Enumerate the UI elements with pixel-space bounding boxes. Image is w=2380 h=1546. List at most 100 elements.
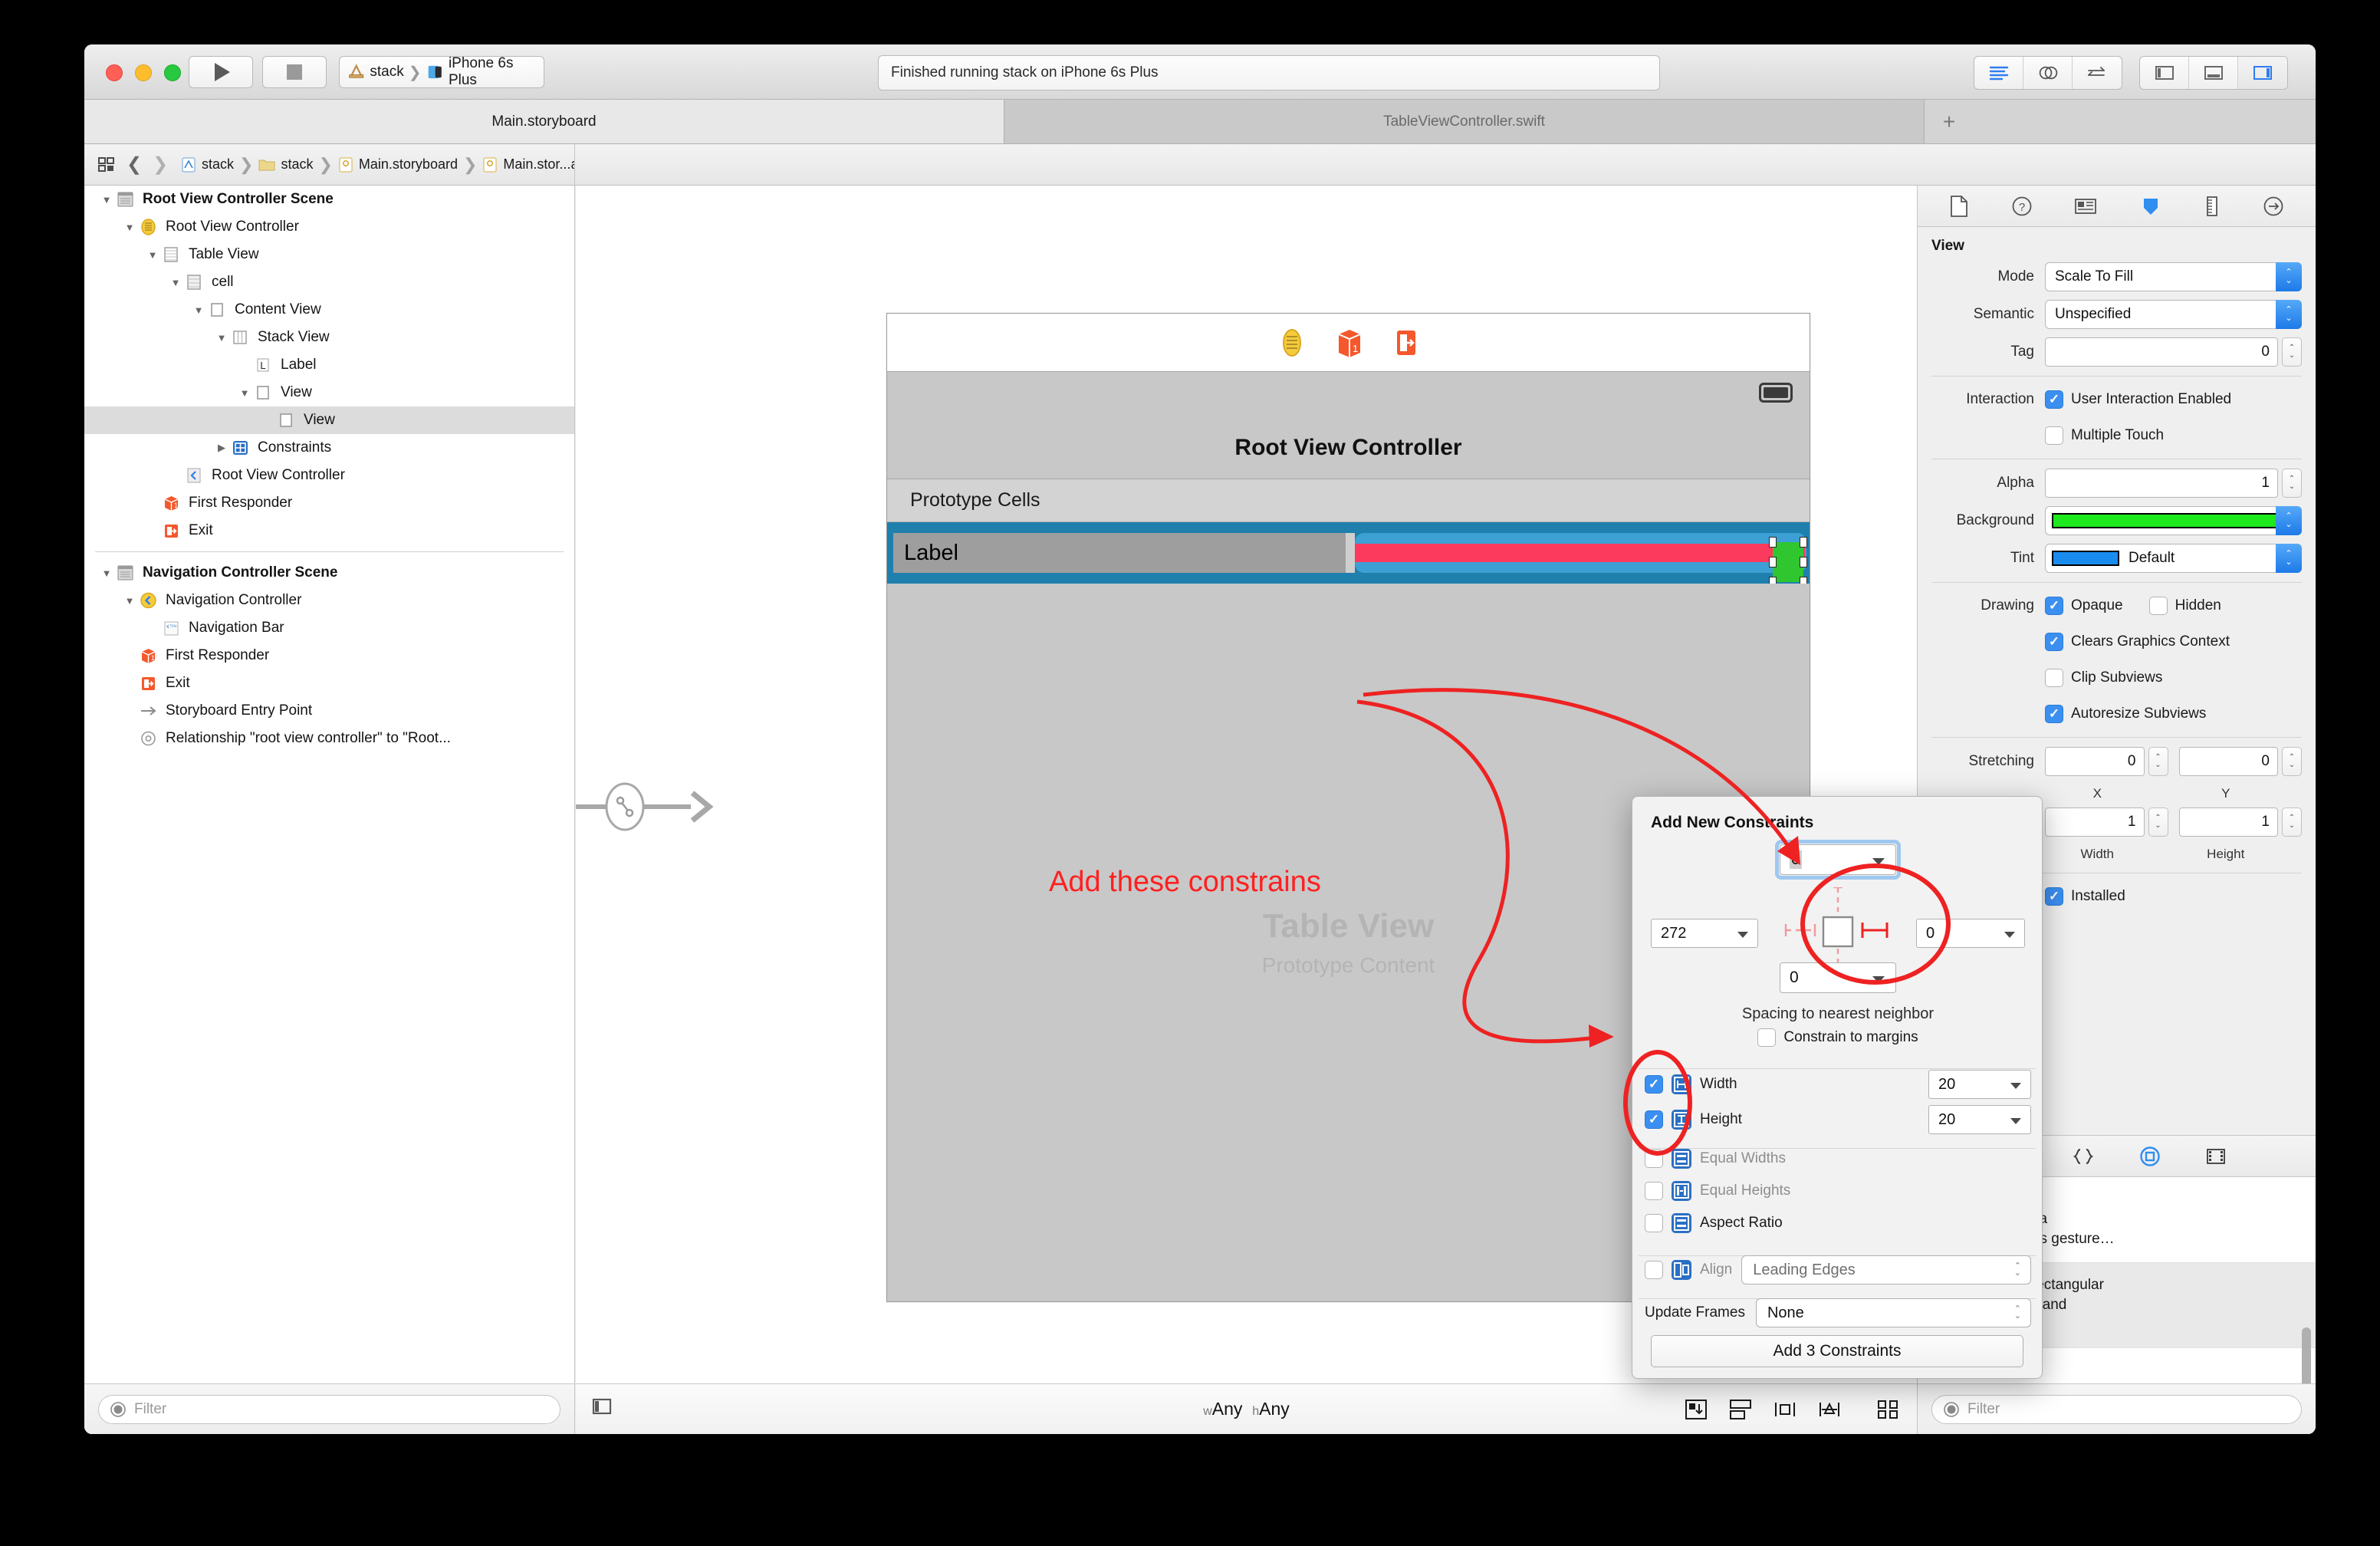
add-constraints-button[interactable]: Add 3 Constraints	[1651, 1335, 2023, 1367]
user-interaction-enabled-checkbox[interactable]	[2045, 390, 2063, 409]
run-button[interactable]	[189, 56, 253, 88]
tab-main-storyboard[interactable]: Main.storyboard	[84, 100, 1004, 143]
breadcrumb-item-storyboard-base[interactable]: Main.stor...ard (Base)	[482, 156, 574, 173]
size-inspector-icon[interactable]	[2204, 195, 2221, 218]
disclosure-open-icon[interactable]: ▼	[98, 194, 115, 206]
breadcrumb-item-project[interactable]: stack	[181, 156, 234, 173]
stretching-x-input[interactable]: 0	[2045, 747, 2145, 776]
equal-widths-checkbox[interactable]	[1645, 1150, 1663, 1168]
outline-item-exit[interactable]: Exit	[84, 669, 574, 697]
outline-item-storyboard-entry-point[interactable]: Storyboard Entry Point	[84, 697, 574, 725]
outline-item-constraints[interactable]: ▶ Constraints	[84, 434, 574, 462]
equal-heights-checkbox[interactable]	[1645, 1182, 1663, 1200]
outline-filter-input[interactable]: Filter	[98, 1394, 560, 1424]
clears-graphics-context-checkbox[interactable]	[2045, 633, 2063, 651]
mode-select[interactable]: Scale To Fill ⌃ ⌄	[2045, 262, 2302, 291]
stretching-width-input[interactable]: 1	[2045, 808, 2145, 837]
alpha-stepper[interactable]: ⌃ ⌄	[2282, 469, 2302, 498]
disclosure-open-icon[interactable]: ▼	[167, 277, 184, 288]
utilities-toggle-button[interactable]	[2238, 57, 2287, 89]
installed-checkbox[interactable]	[2045, 887, 2063, 906]
embed-in-icon[interactable]	[1728, 1398, 1753, 1421]
autoresize-subviews-checkbox[interactable]	[2045, 705, 2063, 723]
constrain-to-margins-checkbox[interactable]	[1757, 1028, 1777, 1047]
tag-stepper[interactable]: ⌃ ⌄	[2282, 337, 2302, 367]
add-new-constraints-popover[interactable]: Add New Constraints 0 272 0 0 Spacing to…	[1632, 796, 2043, 1379]
connections-inspector-icon[interactable]	[2263, 195, 2284, 218]
outline-item-root-view-controller[interactable]: Root View Controller	[84, 462, 574, 489]
stretching-height-input[interactable]: 1	[2178, 808, 2278, 837]
semantic-select[interactable]: Unspecified ⌃ ⌄	[2045, 300, 2302, 329]
update-frames-select[interactable]: None	[1755, 1298, 2031, 1327]
outline-item-label[interactable]: L Label	[84, 351, 574, 379]
trailing-spacing-combo[interactable]: 0	[1916, 919, 2025, 948]
update-frames-icon[interactable]	[1684, 1398, 1708, 1421]
disclosure-open-icon[interactable]: ▼	[121, 595, 138, 607]
pin-icon[interactable]	[1817, 1398, 1842, 1421]
stretching-y-stepper[interactable]: ⌃ ⌄	[2282, 747, 2302, 776]
outline-item-relationship-root-view-controller-to-root[interactable]: Relationship "root view controller" to "…	[84, 725, 574, 752]
hidden-checkbox[interactable]	[2148, 597, 2168, 615]
stretching-height-stepper[interactable]: ⌃ ⌄	[2282, 808, 2302, 837]
aspect-ratio-checkbox[interactable]	[1645, 1214, 1663, 1232]
height-value-combo[interactable]: 20	[1928, 1105, 2031, 1134]
code-snippet-library-icon[interactable]	[2071, 1146, 2096, 1166]
outline-item-first-responder[interactable]: 1 First Responder	[84, 642, 574, 669]
view-controller-dock-icon[interactable]	[1278, 327, 1306, 359]
selected-view-handle[interactable]	[1769, 537, 1807, 587]
outline-item-exit[interactable]: Exit	[84, 517, 574, 544]
stretching-width-stepper[interactable]: ⌃ ⌄	[2148, 808, 2168, 837]
disclosure-open-icon[interactable]: ▼	[213, 332, 230, 344]
add-tab-button[interactable]: +	[1925, 100, 1974, 143]
inner-view-canvas[interactable]	[1355, 544, 1805, 562]
outline-item-stack-view[interactable]: ▼ Stack View	[84, 324, 574, 351]
top-spacing-combo[interactable]: 0	[1780, 844, 1896, 875]
outline-item-root-view-controller-scene[interactable]: ▼ Root View Controller Scene	[84, 186, 574, 213]
view-canvas[interactable]	[1355, 533, 1807, 587]
disclosure-open-icon[interactable]: ▼	[121, 222, 138, 233]
canvas-layout-toggle[interactable]	[591, 1397, 614, 1421]
height-checkbox[interactable]	[1645, 1110, 1663, 1129]
multiple-touch-checkbox[interactable]	[2045, 426, 2063, 445]
object-library-icon[interactable]	[2138, 1145, 2161, 1168]
align-icon[interactable]	[1773, 1398, 1797, 1421]
outline-item-content-view[interactable]: ▼ Content View	[84, 296, 574, 324]
disclosure-closed-icon[interactable]: ▶	[213, 442, 230, 454]
navigate-forward-button[interactable]: ❯	[147, 144, 173, 185]
clip-subviews-checkbox[interactable]	[2045, 669, 2063, 687]
file-inspector-icon[interactable]	[1949, 195, 1969, 218]
stretching-y-input[interactable]: 0	[2178, 747, 2278, 776]
opaque-checkbox[interactable]	[2045, 597, 2063, 615]
document-outline-tree[interactable]: ▼ Root View Controller Scene ▼ Root View Co…	[84, 186, 574, 1383]
outline-item-view[interactable]: ▼ View	[84, 379, 574, 406]
alpha-input[interactable]: 1	[2045, 469, 2278, 498]
scheme-selector[interactable]: stack ❯ iPhone 6s Plus	[339, 55, 544, 88]
width-value-combo[interactable]: 20	[1928, 1070, 2031, 1099]
disclosure-open-icon[interactable]: ▼	[236, 387, 253, 399]
media-library-icon[interactable]	[2204, 1146, 2227, 1166]
attributes-inspector-icon[interactable]	[2139, 195, 2162, 218]
cell-label[interactable]: Label	[893, 533, 1346, 573]
library-filter-input[interactable]: Filter	[1931, 1394, 2302, 1424]
outline-item-first-responder[interactable]: 1 First Responder	[84, 489, 574, 517]
outline-item-navigation-controller[interactable]: ▼ Navigation Controller	[84, 587, 574, 614]
outline-item-root-view-controller[interactable]: ▼ Root View Controller	[84, 213, 574, 241]
standard-editor-button[interactable]	[1974, 57, 2023, 89]
tag-input[interactable]: 0	[2045, 337, 2278, 367]
resolve-issues-icon[interactable]	[1875, 1398, 1900, 1421]
first-responder-dock-icon[interactable]: 1	[1335, 327, 1364, 359]
background-color-well[interactable]: ⌃ ⌄	[2045, 506, 2302, 535]
stack-view-canvas[interactable]: Label	[893, 533, 1807, 587]
exit-dock-icon[interactable]	[1393, 327, 1419, 359]
outline-item-table-view[interactable]: ▼ Table View	[84, 241, 574, 268]
width-checkbox[interactable]	[1645, 1075, 1663, 1094]
tint-color-well[interactable]: Default ⌃ ⌄	[2045, 544, 2302, 573]
disclosure-open-icon[interactable]: ▼	[98, 567, 115, 579]
breadcrumb-item-storyboard[interactable]: Main.storyboard	[338, 156, 458, 173]
navigate-back-button[interactable]: ❮	[121, 144, 147, 185]
outline-item-navigation-bar[interactable]: Title Navigation Bar	[84, 614, 574, 642]
leading-spacing-combo[interactable]: 272	[1651, 919, 1758, 948]
tab-tableviewcontroller-swift[interactable]: TableViewController.swift	[1004, 100, 1925, 143]
bottom-spacing-combo[interactable]: 0	[1780, 962, 1896, 993]
assistant-editor-button[interactable]	[2023, 57, 2073, 89]
